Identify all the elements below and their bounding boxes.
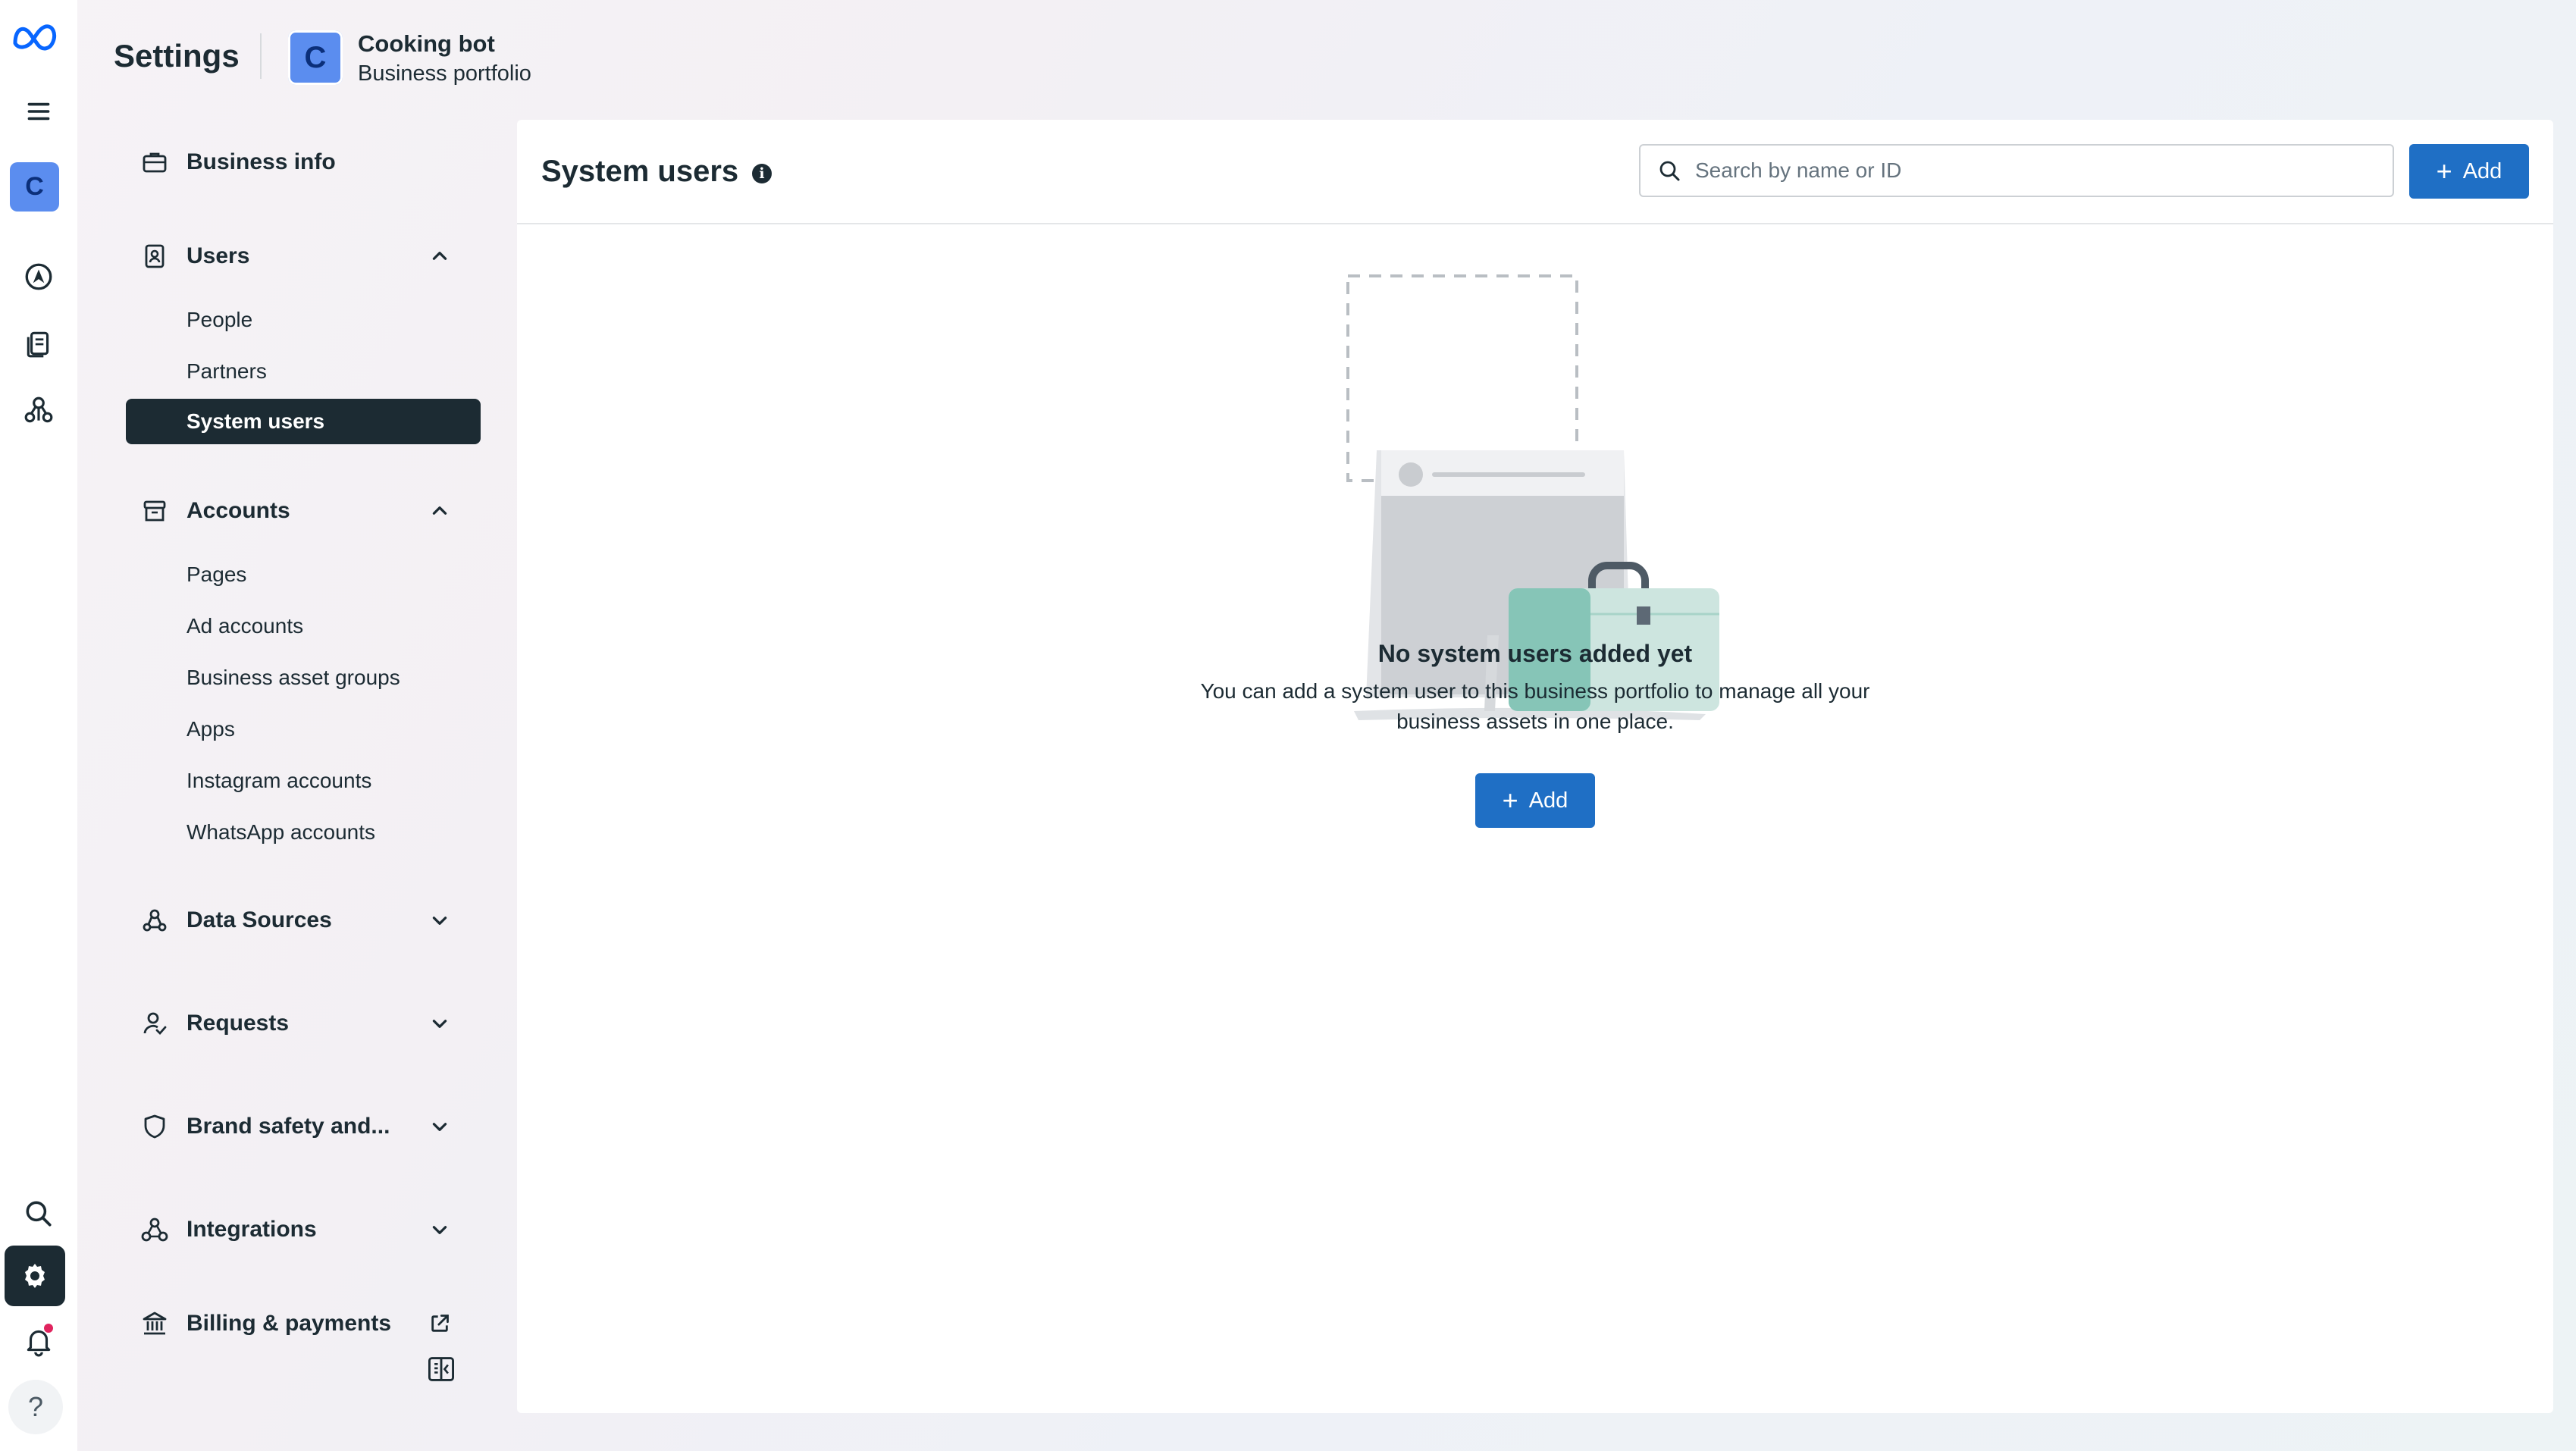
- data-sources-icon: [139, 905, 170, 935]
- sidebar-group-requests[interactable]: Requests: [126, 999, 481, 1048]
- sidebar-item-pages[interactable]: Pages: [126, 552, 481, 597]
- chevron-down-icon: [426, 907, 453, 934]
- panel-header: System users i + Add: [517, 120, 2553, 224]
- sidebar-item-apps[interactable]: Apps: [126, 707, 481, 752]
- sidebar-item-label: WhatsApp accounts: [186, 820, 376, 844]
- sidebar-item-instagram-accounts[interactable]: Instagram accounts: [126, 758, 481, 804]
- help-icon[interactable]: ?: [8, 1380, 63, 1434]
- sidebar-item-whatsapp-accounts[interactable]: WhatsApp accounts: [126, 810, 481, 855]
- sidebar-item-label: Instagram accounts: [186, 769, 372, 792]
- panel-title: System users: [541, 155, 739, 188]
- empty-state-add-button[interactable]: + Add: [1475, 773, 1595, 828]
- search-icon[interactable]: [20, 1195, 58, 1233]
- person-check-icon: [139, 1008, 170, 1039]
- archive-box-icon: [139, 496, 170, 526]
- integrations-icon: [139, 1214, 170, 1245]
- sidebar-item-people[interactable]: People: [126, 297, 481, 343]
- chevron-down-icon: [426, 1113, 453, 1140]
- sidebar-item-label: Ad accounts: [186, 614, 304, 638]
- sidebar-item-label: Pages: [186, 563, 247, 586]
- sidebar-item-label: Billing & payments: [186, 1311, 392, 1336]
- portfolio-avatar-large[interactable]: C: [288, 30, 343, 85]
- sidebar-item-business-asset-groups[interactable]: Business asset groups: [126, 655, 481, 700]
- shield-icon: [139, 1111, 170, 1142]
- meta-logo-icon[interactable]: [11, 17, 64, 55]
- sidebar-group-users[interactable]: Users: [126, 232, 481, 280]
- chevron-up-icon: [426, 243, 453, 270]
- sidebar-group-label: Accounts: [186, 498, 290, 523]
- gear-icon: [25, 1264, 45, 1288]
- briefcase-icon: [139, 147, 170, 177]
- compass-icon[interactable]: [20, 258, 58, 296]
- settings-button[interactable]: [5, 1246, 65, 1306]
- add-button-label: Add: [2462, 158, 2502, 183]
- header-divider: [260, 33, 262, 79]
- notification-dot: [44, 1324, 53, 1333]
- chevron-down-icon: [426, 1010, 453, 1037]
- left-rail: C ?: [0, 0, 77, 1451]
- empty-state-description: You can add a system user to this busine…: [1200, 679, 1870, 733]
- sidebar-group-label: Requests: [186, 1011, 290, 1036]
- sidebar-group-accounts[interactable]: Accounts: [126, 487, 481, 535]
- sidebar-item-label: Partners: [186, 359, 267, 383]
- chevron-down-icon: [426, 1216, 453, 1243]
- sidebar-item-label: System users: [186, 409, 325, 433]
- sidebar-group-integrations[interactable]: Integrations: [126, 1205, 481, 1254]
- search-input[interactable]: [1694, 158, 2364, 183]
- sidebar-item-business-info[interactable]: Business info: [126, 138, 481, 186]
- collapse-sidebar-icon[interactable]: [426, 1354, 456, 1384]
- sidebar-item-partners[interactable]: Partners: [126, 349, 481, 394]
- sidebar-group-label: Integrations: [186, 1217, 317, 1242]
- plus-icon: +: [1502, 785, 1518, 816]
- menu-icon[interactable]: [20, 92, 58, 130]
- search-icon: [1659, 161, 1680, 181]
- portfolio-type: Business portfolio: [358, 61, 531, 86]
- main-panel: System users i + Add No system users add…: [517, 120, 2553, 1413]
- plus-icon: +: [2436, 155, 2452, 186]
- network-icon[interactable]: [20, 391, 58, 429]
- add-button-label: Add: [1528, 788, 1568, 813]
- info-icon[interactable]: i: [752, 164, 772, 183]
- portfolio-name[interactable]: Cooking bot: [358, 30, 495, 58]
- sidebar-item-label: Business asset groups: [186, 666, 400, 689]
- user-badge-icon: [139, 241, 170, 271]
- sidebar-item-ad-accounts[interactable]: Ad accounts: [126, 603, 481, 649]
- documents-icon[interactable]: [20, 324, 58, 362]
- sidebar-group-label: Brand safety and...: [186, 1114, 390, 1139]
- bank-icon: [139, 1308, 170, 1339]
- chevron-up-icon: [426, 497, 453, 525]
- sidebar-group-brand-safety[interactable]: Brand safety and...: [126, 1102, 481, 1151]
- sidebar-group-label: Users: [186, 243, 250, 268]
- search-box[interactable]: [1639, 144, 2394, 197]
- add-system-user-button[interactable]: + Add: [2409, 144, 2529, 199]
- sidebar-item-label: Business info: [186, 149, 336, 174]
- external-link-icon: [426, 1310, 453, 1337]
- sidebar-item-label: Apps: [186, 717, 235, 741]
- page-title: Settings: [114, 38, 240, 74]
- sidebar-item-label: People: [186, 308, 253, 331]
- portfolio-avatar[interactable]: C: [10, 162, 59, 212]
- sidebar-item-billing[interactable]: Billing & payments: [126, 1299, 481, 1348]
- sidebar-group-data-sources[interactable]: Data Sources: [126, 896, 481, 945]
- empty-state-title: No system users added yet: [1377, 640, 1693, 667]
- sidebar-item-system-users[interactable]: System users: [126, 399, 481, 444]
- sidebar-group-label: Data Sources: [186, 907, 332, 932]
